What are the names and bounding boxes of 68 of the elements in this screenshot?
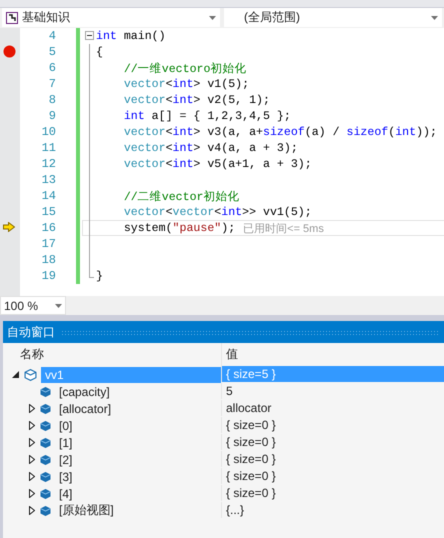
code-line: int a[] = { 1,2,3,4,5 };	[122, 110, 291, 122]
variable-value: {...}	[221, 502, 444, 518]
code-line: vector<int> v4(a, a + 3);	[122, 142, 298, 154]
line-number: 10	[42, 125, 56, 139]
line-number: 17	[42, 237, 56, 251]
elapsed-time-hint: 已用时间<= 5ms	[243, 222, 324, 236]
variable-name[interactable]: [allocator]	[55, 400, 116, 416]
object-icon	[40, 386, 51, 396]
code-line: system("pause");	[122, 222, 236, 234]
current-line-arrow-icon	[3, 222, 15, 232]
object-icon	[40, 454, 51, 464]
breakpoint-icon[interactable]	[3, 45, 16, 58]
variable-value: { size=0 }	[221, 485, 444, 501]
scope-dropdown[interactable]: (全局范围)	[224, 8, 442, 27]
object-icon	[40, 404, 51, 414]
code-line: vector<int> v3(a, a+sizeof(a) / sizeof(int));	[122, 126, 437, 138]
line-number: 4	[48, 29, 56, 43]
object-icon	[40, 506, 51, 516]
line-number: 12	[42, 157, 56, 171]
object-icon	[40, 438, 51, 448]
variable-value: allocator	[221, 400, 444, 416]
zoom-dropdown[interactable]: 100 %	[0, 296, 66, 315]
code-line: int main()	[96, 30, 166, 42]
dropdown-caret-icon	[431, 16, 438, 20]
variable-value: { size=0 }	[221, 468, 444, 484]
line-number: 6	[48, 61, 56, 75]
variable-value: 5	[221, 383, 444, 399]
object-icon	[40, 420, 51, 430]
code-line: vector<int> v2(5, 1);	[122, 94, 270, 106]
code-line: vector<int> v1(5);	[122, 78, 250, 90]
object-icon	[40, 472, 51, 482]
code-comment: //二维vector初始化	[122, 189, 240, 204]
collapse-icon[interactable]	[85, 31, 94, 40]
code-line: {	[96, 46, 103, 58]
line-number: 9	[48, 109, 56, 123]
line-number: 5	[48, 45, 56, 59]
variable-value: { size=0 }	[221, 451, 444, 467]
line-number: 15	[42, 205, 56, 219]
code-comment: //一维vectoro初始化	[122, 61, 246, 76]
line-number: 16	[42, 221, 56, 235]
line-number: 11	[42, 141, 56, 155]
line-number: 18	[42, 253, 56, 267]
variable-name[interactable]: [2]	[55, 452, 76, 468]
code-line: }	[96, 270, 103, 282]
line-number: 14	[42, 189, 56, 203]
object-icon	[24, 368, 37, 380]
code-line: vector<int> v5(a+1, a + 3);	[122, 158, 312, 170]
object-icon	[40, 488, 51, 498]
panel-title: 自动窗口	[7, 324, 55, 340]
line-number: 7	[48, 77, 56, 91]
line-number: 13	[42, 173, 56, 187]
dropdown-caret-icon	[209, 16, 216, 20]
variable-name[interactable]: [原始视图]	[55, 502, 118, 518]
variable-name[interactable]: [capacity]	[55, 384, 114, 400]
variable-value: { size=0 }	[221, 434, 444, 450]
variable-name[interactable]: [0]	[55, 418, 76, 434]
variable-value: { size=5 }	[221, 366, 444, 382]
variable-name[interactable]: [3]	[55, 468, 76, 484]
project-dropdown[interactable]: 基础知识	[2, 8, 220, 27]
dropdown-caret-icon	[55, 304, 62, 308]
code-line: vector<vector<int>> vv1(5);	[122, 206, 312, 218]
variable-name[interactable]: [1]	[55, 434, 76, 450]
project-icon	[6, 12, 18, 24]
line-number: 19	[42, 269, 56, 283]
variable-name[interactable]: [4]	[55, 486, 76, 502]
line-number: 8	[48, 93, 56, 107]
variable-value: { size=0 }	[221, 417, 444, 433]
expanded-arrow-icon[interactable]	[11, 370, 20, 379]
